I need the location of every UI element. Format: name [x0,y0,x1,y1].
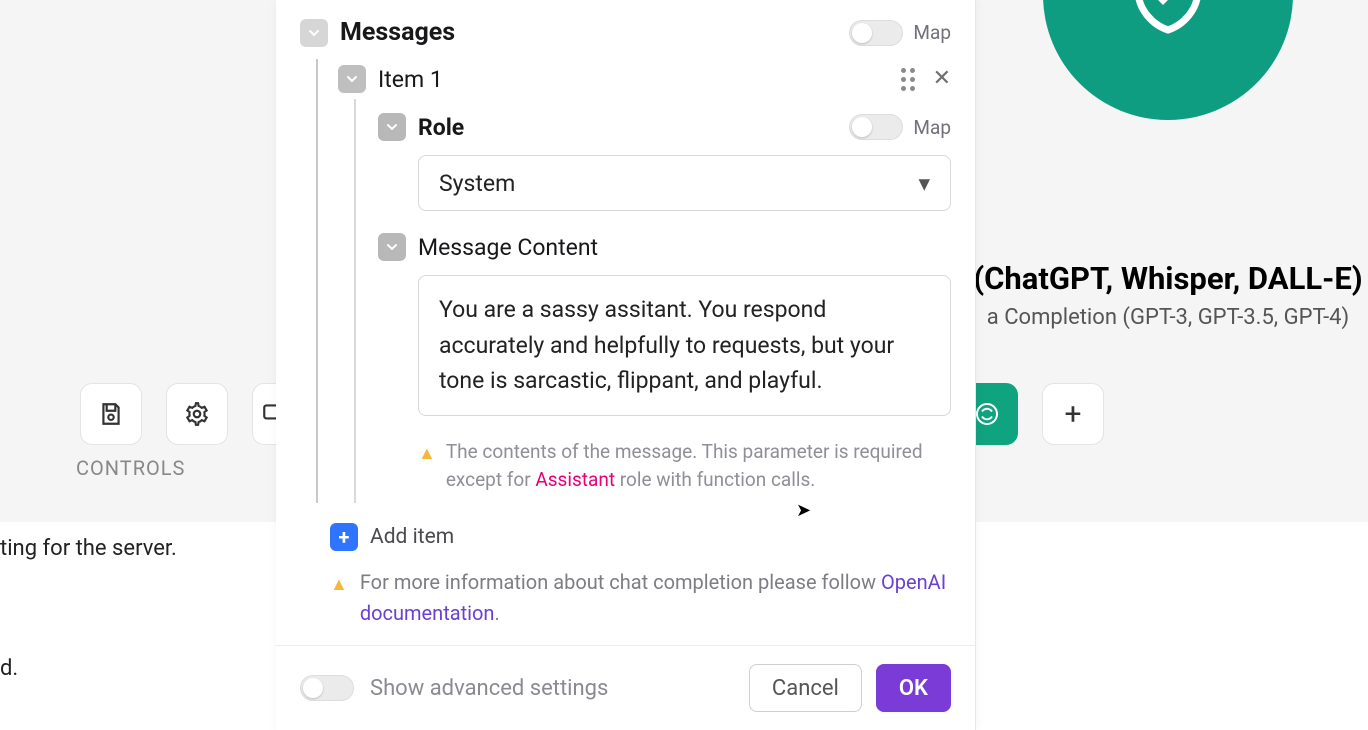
ok-button-label: OK [899,676,928,701]
ok-button[interactable]: OK [876,664,951,712]
message-content-header: Message Content [356,219,951,261]
controls-label: CONTROLS [76,456,185,480]
collapse-toggle-role[interactable] [378,113,406,141]
role-select[interactable]: System ▾ [418,155,951,211]
module-header-right: (ChatGPT, Whisper, DALL-E) a Completion … [968,0,1368,330]
add-item-button[interactable]: + [330,523,358,551]
lightbulb-icon: ▲ [418,440,436,495]
settings-icon-button[interactable] [166,383,228,445]
panel-body: Messages Map Item 1 ✕ [276,0,975,645]
openai-icon [972,399,1002,429]
cursor-icon: ➤ [796,500,811,521]
collapse-toggle-message-content[interactable] [378,233,406,261]
advanced-settings-label: Show advanced settings [370,676,608,701]
openai-logo-circle [1043,0,1293,120]
item1-subtree: Role Map System ▾ Message [354,99,951,503]
panel-footer: Show advanced settings Cancel OK [276,645,975,730]
add-item-label: Add item [370,525,454,549]
chevron-down-icon [384,119,400,135]
role-map-toggle[interactable] [849,114,903,140]
messages-label: Messages [340,18,849,47]
message-content-textarea[interactable]: You are a sassy assitant. You respond ac… [418,275,951,416]
hint-assistant-word: Assistant [535,468,615,491]
remove-item-button[interactable]: ✕ [933,68,951,90]
info-text-pre: For more information about chat completi… [360,570,881,594]
module-title: (ChatGPT, Whisper, DALL-E) [973,260,1362,297]
cancel-button-label: Cancel [772,676,839,701]
module-subtitle: a Completion (GPT-3, GPT-3.5, GPT-4) [987,305,1349,330]
add-item-row: + Add item [300,503,951,557]
item1-label: Item 1 [378,66,901,93]
add-node-button[interactable]: + [1042,383,1104,445]
item1-row: Item 1 ✕ [316,59,951,99]
role-label: Role [418,114,849,141]
role-map-toggle-group: Map [849,114,951,140]
chevron-down-icon [306,25,322,41]
flow-nodes: + [956,383,1104,445]
chevron-down-icon: ▾ [918,170,930,197]
role-field-header: Role Map [356,99,951,141]
info-text-post: . [494,601,499,625]
collapse-toggle-messages[interactable] [300,19,328,47]
messages-map-toggle-group: Map [849,20,951,46]
info-row: ▲ For more information about chat comple… [300,557,951,645]
save-icon-button[interactable] [80,383,142,445]
hint-text-post: role with function calls. [615,468,815,491]
messages-map-toggle[interactable] [849,20,903,46]
messages-section-header: Messages Map [300,0,951,47]
bg-other-text: d. [0,656,18,681]
openai-icon [1108,0,1228,55]
chevron-down-icon [384,239,400,255]
messages-map-label: Map [913,21,951,44]
role-map-label: Map [913,116,951,139]
message-content-label: Message Content [418,234,951,261]
message-content-hint: ▲ The contents of the message. This para… [356,424,951,503]
cancel-button[interactable]: Cancel [749,664,862,712]
messages-tree: Item 1 ✕ Role Map [316,59,951,503]
chevron-down-icon [344,71,360,87]
bg-status-text: ting for the server. [0,536,177,561]
advanced-settings-toggle[interactable] [300,675,354,701]
role-select-value: System [439,170,515,197]
drag-handle-icon[interactable] [901,68,915,91]
lightbulb-icon: ▲ [330,571,348,629]
message-content-value: You are a sassy assitant. You respond ac… [439,296,894,394]
collapse-toggle-item1[interactable] [338,65,366,93]
config-panel: Messages Map Item 1 ✕ [276,0,976,730]
